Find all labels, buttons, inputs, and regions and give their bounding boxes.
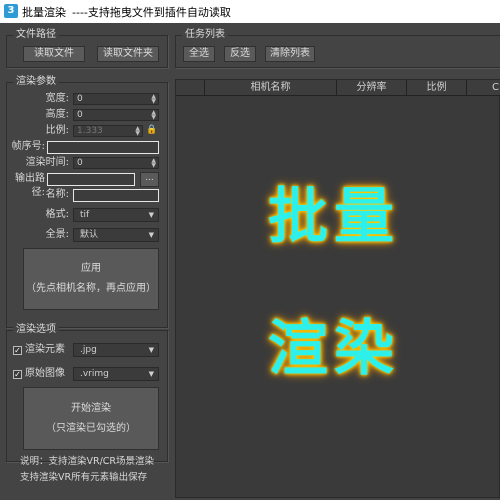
ratio-value: 1.333 xyxy=(77,126,103,136)
render-options-title: 渲染选项 xyxy=(13,324,59,336)
width-label: 宽度: xyxy=(45,93,69,104)
frame-label: 帧序号: xyxy=(11,141,45,152)
task-list-title: 任务列表 xyxy=(182,29,228,41)
read-folder-button[interactable]: 读取文件夹 xyxy=(97,46,159,62)
start-render-hint: （只渲染已勾选的） xyxy=(46,423,136,434)
column-header-resolution[interactable]: 分辨率 xyxy=(336,80,406,96)
file-path-group: 文件路径 读取文件 读取文件夹 xyxy=(6,29,168,68)
task-list-group: 任务列表 全选 反选 清除列表 xyxy=(175,29,500,68)
raw-image-label: 原始图像 xyxy=(25,368,65,379)
select-all-button[interactable]: 全选 xyxy=(183,46,215,62)
width-spinner-arrows-icon[interactable]: ▲ ▼ xyxy=(151,94,156,105)
fullscreen-value: 默认 xyxy=(80,230,99,240)
height-spinner-arrows-icon[interactable]: ▲ ▼ xyxy=(151,110,156,121)
height-value: 0 xyxy=(77,110,83,120)
height-label: 高度: xyxy=(45,109,69,120)
browse-output-button[interactable]: ... xyxy=(140,172,159,187)
height-spinner[interactable]: 0 ▲ ▼ xyxy=(73,109,159,121)
ratio-label: 比例: xyxy=(45,125,69,136)
overlay-text-render: 渲染 xyxy=(268,314,400,384)
render-elements-format-select[interactable]: .jpg ▼ xyxy=(73,343,159,357)
app-icon: 3 xyxy=(4,4,18,18)
apply-button-label: 应用 xyxy=(81,263,101,274)
render-params-group: 渲染参数 宽度: 0 ▲ ▼ 高度: 0 ▲ ▼ 比例: 1.333 ▲ ▼ 🔒 帧序… xyxy=(6,76,168,328)
note-line-1: 说明：支持渲染VR/CR场景渲染 xyxy=(20,456,155,467)
ratio-spinner[interactable]: 1.333 ▲ ▼ xyxy=(73,125,143,137)
width-value: 0 xyxy=(77,94,83,104)
task-list-table[interactable]: 相机名称 分辨率 比例 C 批量 渲染 xyxy=(175,79,500,498)
render-time-spinner[interactable]: 0 ▲ ▼ xyxy=(73,157,159,169)
render-time-label: 渲染时间: xyxy=(25,157,69,168)
width-spinner[interactable]: 0 ▲ ▼ xyxy=(73,93,159,105)
main-panel: 文件路径 读取文件 读取文件夹 任务列表 全选 反选 清除列表 相机名称 分辨率… xyxy=(0,23,500,500)
chevron-down-icon: ▼ xyxy=(148,211,154,219)
start-render-label: 开始渲染 xyxy=(71,403,111,414)
chevron-down-icon: ▼ xyxy=(148,231,154,239)
note-line-2: 支持渲染VR所有元素输出保存 xyxy=(20,472,148,483)
start-render-button[interactable]: 开始渲染 （只渲染已勾选的） xyxy=(23,387,159,450)
file-path-title: 文件路径 xyxy=(13,29,59,41)
raw-image-checkbox[interactable]: ✓ xyxy=(13,370,22,379)
invert-selection-button[interactable]: 反选 xyxy=(224,46,256,62)
window-title: 批量渲染 xyxy=(22,6,66,19)
column-header-extra[interactable]: C xyxy=(466,80,500,96)
apply-button[interactable]: 应用 （先点相机名称，再点应用） xyxy=(23,248,159,310)
lock-icon[interactable]: 🔒 xyxy=(146,125,157,136)
render-time-arrows-icon[interactable]: ▲ ▼ xyxy=(151,158,156,169)
window-subtitle: ----支持拖曳文件到插件自动读取 xyxy=(72,6,231,19)
task-list-header: 相机名称 分辨率 比例 C xyxy=(176,80,500,96)
name-input[interactable] xyxy=(73,189,159,202)
title-bar: 3 批量渲染 ----支持拖曳文件到插件自动读取 xyxy=(0,0,500,23)
apply-button-hint: （先点相机名称，再点应用） xyxy=(26,283,156,294)
render-params-title: 渲染参数 xyxy=(13,76,59,88)
frame-input[interactable] xyxy=(47,141,159,154)
render-elements-format-value: .jpg xyxy=(80,345,97,355)
fullscreen-label: 全景: xyxy=(45,229,69,240)
name-label: 名称: xyxy=(45,189,69,200)
clear-list-button[interactable]: 清除列表 xyxy=(265,46,315,62)
fullscreen-select[interactable]: 默认 ▼ xyxy=(73,228,159,242)
chevron-down-icon: ▼ xyxy=(148,346,154,354)
column-header-ratio[interactable]: 比例 xyxy=(406,80,466,96)
ratio-spinner-arrows-icon[interactable]: ▲ ▼ xyxy=(135,126,140,137)
raw-image-format-value: .vrimg xyxy=(80,369,109,379)
render-elements-checkbox[interactable]: ✓ xyxy=(13,346,22,355)
render-elements-label: 渲染元素 xyxy=(25,344,65,355)
render-time-value: 0 xyxy=(77,158,83,168)
column-header-select[interactable] xyxy=(176,80,204,96)
overlay-text-batch: 批量 xyxy=(268,182,400,252)
chevron-down-icon: ▼ xyxy=(148,370,154,378)
read-file-button[interactable]: 读取文件 xyxy=(23,46,85,62)
raw-image-format-select[interactable]: .vrimg ▼ xyxy=(73,367,159,381)
format-label: 格式: xyxy=(45,209,69,220)
render-options-group: 渲染选项 ✓ 渲染元素 .jpg ▼ ✓ 原始图像 .vrimg ▼ 开始渲染 … xyxy=(6,324,168,462)
format-value: tif xyxy=(80,210,90,220)
column-header-camera[interactable]: 相机名称 xyxy=(204,80,336,96)
output-path-input[interactable] xyxy=(47,173,135,186)
format-select[interactable]: tif ▼ xyxy=(73,208,159,222)
